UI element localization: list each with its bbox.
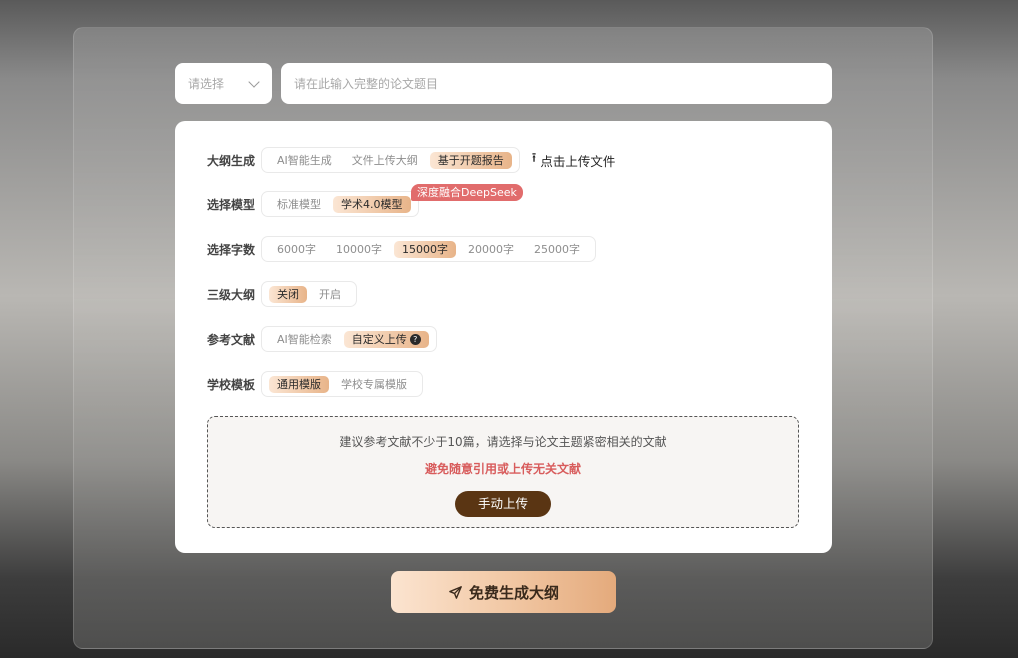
template-segment: 通用模版 学校专属模版: [261, 371, 423, 397]
upload-file-link[interactable]: ⭱ 点击上传文件: [532, 149, 616, 171]
model-label: 选择模型: [207, 197, 256, 212]
outline-option-ai[interactable]: AI智能生成: [269, 152, 340, 169]
category-select[interactable]: 请选择: [175, 63, 272, 104]
wordcount-option-25000[interactable]: 25000字: [526, 241, 588, 258]
chevron-down-icon: [248, 76, 260, 88]
generate-outline-label: 免费生成大纲: [468, 583, 559, 602]
wordcount-option-15000[interactable]: 15000字: [394, 240, 456, 258]
generate-outline-button[interactable]: 免费生成大纲: [391, 571, 616, 613]
upload-icon: ⭱: [531, 151, 537, 166]
level3-row: 三级大纲 关闭 开启: [207, 281, 357, 307]
template-row: 学校模板 通用模版 学校专属模版: [207, 371, 423, 397]
outline-option-proposal[interactable]: 基于开题报告: [429, 151, 512, 169]
topbar: 请选择: [175, 63, 832, 104]
wordcount-row: 选择字数 6000字 10000字 15000字 20000字 25000字: [207, 236, 596, 262]
category-select-value: 请选择: [188, 77, 225, 91]
references-label: 参考文献: [207, 332, 256, 347]
references-option-custom-label: 自定义上传: [351, 332, 407, 346]
outline-row: 大纲生成 AI智能生成 文件上传大纲 基于开题报告 ⭱ 点击上传文件: [207, 147, 615, 173]
send-icon: [449, 585, 462, 599]
template-label: 学校模板: [207, 377, 256, 392]
level3-segment: 关闭 开启: [261, 281, 357, 307]
level3-label: 三级大纲: [207, 287, 256, 302]
help-icon[interactable]: ?: [409, 333, 421, 345]
thesis-title-input[interactable]: [281, 63, 832, 104]
model-row: 选择模型 标准模型 学术4.0模型: [207, 191, 419, 217]
references-option-custom[interactable]: 自定义上传?: [343, 330, 429, 348]
references-option-ai[interactable]: AI智能检索: [269, 331, 340, 348]
references-row: 参考文献 AI智能检索 自定义上传?: [207, 326, 437, 352]
reference-dropzone[interactable]: 建议参考文献不少于10篇，请选择与论文主题紧密相关的文献 避免随意引用或上传无关…: [207, 416, 799, 528]
settings-card: 大纲生成 AI智能生成 文件上传大纲 基于开题报告 ⭱ 点击上传文件 选择模型 …: [175, 121, 832, 553]
template-option-general[interactable]: 通用模版: [269, 375, 329, 393]
dropzone-warning: 避免随意引用或上传无关文献: [424, 462, 581, 476]
references-segment: AI智能检索 自定义上传?: [261, 326, 437, 352]
level3-option-on[interactable]: 开启: [311, 286, 349, 303]
template-option-school[interactable]: 学校专属模版: [333, 376, 415, 393]
deepseek-badge: 深度融合DeepSeek: [411, 184, 523, 201]
outline-label: 大纲生成: [207, 153, 256, 168]
wordcount-option-6000[interactable]: 6000字: [269, 241, 324, 258]
manual-upload-button[interactable]: 手动上传: [455, 491, 551, 517]
upload-file-label: 点击上传文件: [540, 153, 616, 169]
outline-option-file[interactable]: 文件上传大纲: [344, 152, 426, 169]
wordcount-option-20000[interactable]: 20000字: [460, 241, 522, 258]
outline-segment: AI智能生成 文件上传大纲 基于开题报告: [261, 147, 520, 173]
model-option-academic[interactable]: 学术4.0模型: [333, 195, 411, 213]
wordcount-segment: 6000字 10000字 15000字 20000字 25000字: [261, 236, 596, 262]
model-option-standard[interactable]: 标准模型: [269, 196, 329, 213]
level3-option-off[interactable]: 关闭: [269, 285, 307, 303]
wordcount-option-10000[interactable]: 10000字: [328, 241, 390, 258]
dropzone-hint: 建议参考文献不少于10篇，请选择与论文主题紧密相关的文献: [339, 435, 667, 449]
model-segment: 标准模型 学术4.0模型: [261, 191, 419, 217]
wordcount-label: 选择字数: [207, 242, 256, 257]
